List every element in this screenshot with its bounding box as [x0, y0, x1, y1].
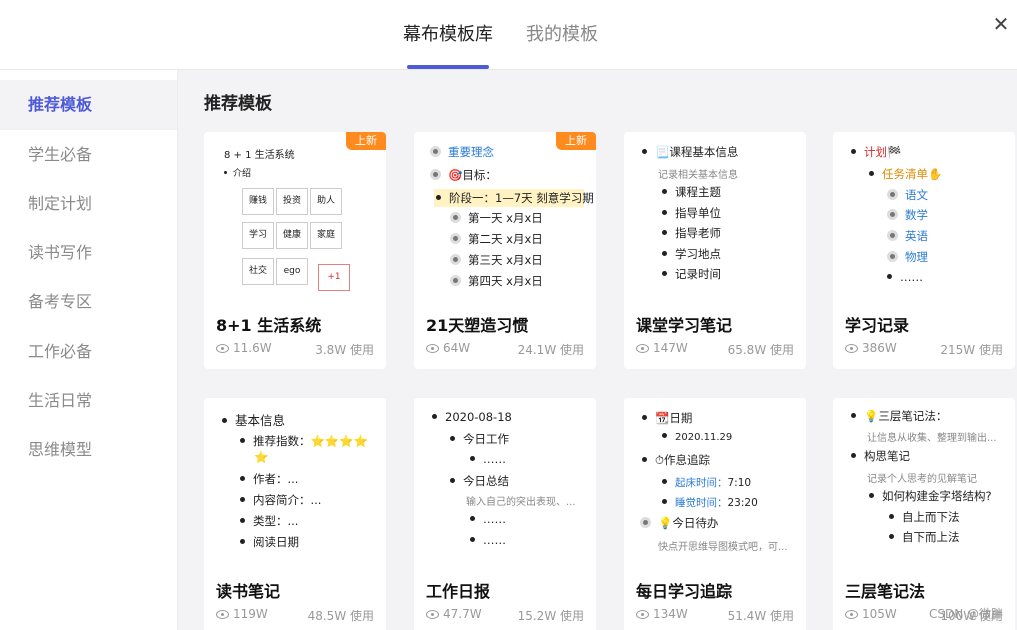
- watermark: CSDN @微胖: [928, 607, 1003, 621]
- use-count: 15.2W 使用: [517, 609, 584, 623]
- view-count: 11.6W: [233, 341, 272, 355]
- sidebar-item-plan[interactable]: 制定计划: [0, 179, 177, 229]
- template-preview: 📃课程基本信息 记录相关基本信息 课程主题 指导单位 指导老师 学习地点 记录时…: [624, 132, 806, 298]
- template-card-life-system[interactable]: 8 + 1 生活系统 介绍 赚钱 投资 助人 学习 健康 家庭 社交 ego +…: [204, 132, 386, 369]
- section-title: 推荐模板: [204, 94, 272, 114]
- use-count: 51.4W 使用: [727, 609, 794, 623]
- card-title: 每日学习追踪: [636, 582, 733, 601]
- eye-icon: [845, 344, 858, 353]
- card-stats: 47.7W 15.2W 使用: [426, 607, 584, 623]
- card-stats: 386W 215W 使用: [845, 341, 1003, 357]
- card-title: 8+1 生活系统: [216, 316, 322, 335]
- tab-template-library[interactable]: 幕布模板库: [403, 20, 493, 68]
- view-count: 119W: [233, 607, 268, 621]
- use-count: 215W 使用: [940, 343, 1003, 357]
- eye-icon: [845, 610, 858, 619]
- active-tab-indicator: [407, 65, 489, 69]
- use-count: 24.1W 使用: [517, 343, 584, 357]
- template-card-three-layer-notes[interactable]: 💡三层笔记法： 让信息从收集、整理到输出... 构思笔记 记录个人思考的见解笔记…: [833, 398, 1015, 630]
- view-count: 64W: [443, 341, 471, 355]
- sidebar-item-recommended[interactable]: 推荐模板: [0, 80, 177, 130]
- use-count: 65.8W 使用: [727, 343, 794, 357]
- eye-icon: [216, 344, 229, 353]
- card-stats: 11.6W 3.8W 使用: [216, 341, 374, 357]
- sidebar-item-reading-writing[interactable]: 读书写作: [0, 228, 177, 278]
- template-card-daily-study-tracking[interactable]: 📆日期 2020.11.29 ⏱作息追踪 起床时间：7:10 睡觉时间：23:2…: [624, 398, 806, 630]
- close-icon[interactable]: ✕: [991, 14, 1011, 34]
- card-stats: 134W 51.4W 使用: [636, 607, 794, 623]
- card-stats: 147W 65.8W 使用: [636, 341, 794, 357]
- header: 幕布模板库 我的模板 ✕: [0, 0, 1017, 70]
- view-count: 134W: [653, 607, 688, 621]
- template-preview: 重要理念 🎯目标： 阶段一：1—7天 刻意学习期 第一天 x月x日 第二天 x月…: [414, 132, 596, 298]
- view-count: 105W: [862, 607, 897, 621]
- sidebar-item-life[interactable]: 生活日常: [0, 376, 177, 426]
- template-card-class-notes[interactable]: 📃课程基本信息 记录相关基本信息 课程主题 指导单位 指导老师 学习地点 记录时…: [624, 132, 806, 369]
- tab-my-templates[interactable]: 我的模板: [526, 20, 598, 68]
- template-preview: 💡三层笔记法： 让信息从收集、整理到输出... 构思笔记 记录个人思考的见解笔记…: [833, 398, 1015, 564]
- template-card-21-day-habit[interactable]: 重要理念 🎯目标： 阶段一：1—7天 刻意学习期 第一天 x月x日 第二天 x月…: [414, 132, 596, 369]
- template-preview: 基本信息 推荐指数：⭐⭐⭐⭐ ⭐ 作者：... 内容简介：... 类型：... …: [204, 398, 386, 564]
- template-area: 推荐模板 8 + 1 生活系统 介绍 赚钱 投资 助人 学习 健康 家庭 社交 …: [178, 70, 1017, 630]
- template-card-reading-notes[interactable]: 基本信息 推荐指数：⭐⭐⭐⭐ ⭐ 作者：... 内容简介：... 类型：... …: [204, 398, 386, 630]
- card-stats: 119W 48.5W 使用: [216, 607, 374, 623]
- sidebar-item-thinking[interactable]: 思维模型: [0, 425, 177, 475]
- template-preview: 2020-08-18 今日工作 …… 今日总结 输入自己的突出表现、... ………: [414, 398, 596, 564]
- sidebar: 推荐模板 学生必备 制定计划 读书写作 备考专区 工作必备 生活日常 思维模型: [0, 70, 178, 630]
- view-count: 47.7W: [443, 607, 482, 621]
- sidebar-item-work[interactable]: 工作必备: [0, 327, 177, 377]
- template-preview: 📆日期 2020.11.29 ⏱作息追踪 起床时间：7:10 睡觉时间：23:2…: [624, 398, 806, 564]
- eye-icon: [636, 344, 649, 353]
- card-title: 三层笔记法: [845, 582, 926, 601]
- eye-icon: [216, 610, 229, 619]
- card-title: 读书笔记: [216, 582, 281, 601]
- card-title: 学习记录: [845, 316, 910, 335]
- eye-icon: [426, 344, 439, 353]
- new-badge: 上新: [346, 132, 386, 150]
- card-stats: 64W 24.1W 使用: [426, 341, 584, 357]
- card-title: 21天塑造习惯: [426, 316, 529, 335]
- view-count: 386W: [862, 341, 897, 355]
- view-count: 147W: [653, 341, 688, 355]
- sidebar-item-student[interactable]: 学生必备: [0, 130, 177, 180]
- template-preview: 8 + 1 生活系统 介绍 赚钱 投资 助人 学习 健康 家庭 社交 ego +…: [204, 132, 386, 298]
- template-card-work-daily[interactable]: 2020-08-18 今日工作 …… 今日总结 输入自己的突出表现、... ………: [414, 398, 596, 630]
- template-card-study-record[interactable]: 计划🏁 任务清单✋ 语文 数学 英语 物理 …… 学习记录 386W 215W …: [833, 132, 1015, 369]
- template-preview: 计划🏁 任务清单✋ 语文 数学 英语 物理 ……: [833, 132, 1015, 298]
- use-count: 48.5W 使用: [307, 609, 374, 623]
- new-badge: 上新: [556, 132, 596, 150]
- card-title: 课堂学习笔记: [636, 316, 733, 335]
- eye-icon: [426, 610, 439, 619]
- sidebar-item-exam[interactable]: 备考专区: [0, 277, 177, 327]
- use-count: 3.8W 使用: [315, 343, 374, 357]
- eye-icon: [636, 610, 649, 619]
- card-title: 工作日报: [426, 582, 491, 601]
